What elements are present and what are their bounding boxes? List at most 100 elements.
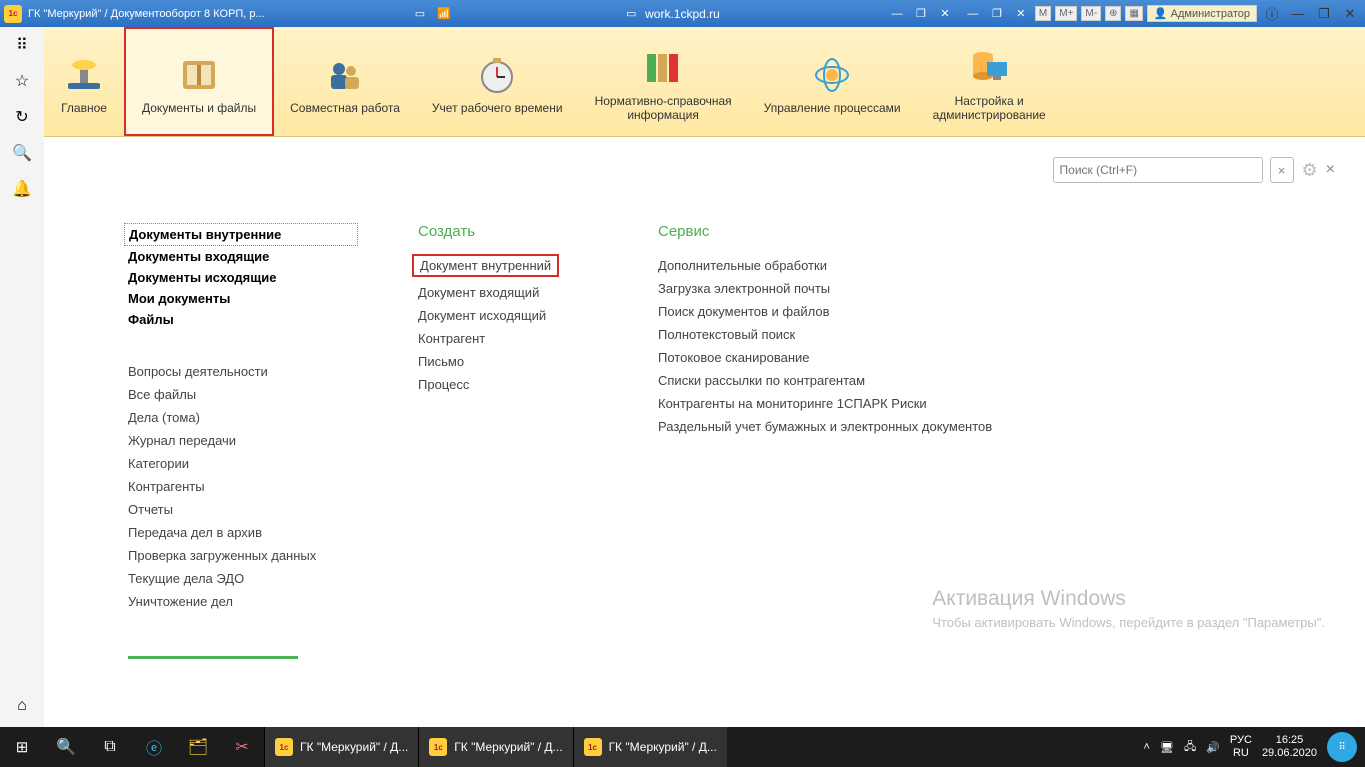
search-input[interactable] (1060, 163, 1256, 177)
nav-label: Управление процессами (764, 101, 901, 115)
tray-volume-icon[interactable]: 🔊 (1206, 741, 1220, 754)
window-restore-icon[interactable]: ❐ (1313, 5, 1335, 23)
nav-docs[interactable]: Документы и файлы (124, 27, 274, 136)
start-button[interactable]: ⊞ (0, 727, 44, 767)
tray-clock[interactable]: 16:25 29.06.2020 (1262, 734, 1317, 760)
m-button[interactable]: M (1035, 6, 1051, 21)
green-underline (128, 656, 298, 659)
svc-addon[interactable]: Дополнительные обработки (658, 254, 1335, 277)
search-rail-icon[interactable]: 🔍 (12, 143, 32, 163)
nav-label: Учет рабочего времени (432, 101, 563, 115)
link-journal[interactable]: Журнал передачи (128, 429, 358, 452)
mminus-button[interactable]: M- (1081, 6, 1101, 21)
taskbar-task-2[interactable]: 1cГК "Меркурий" / Д... (418, 727, 572, 767)
link-reports[interactable]: Отчеты (128, 498, 358, 521)
create-doc-incoming[interactable]: Документ входящий (418, 281, 598, 304)
column-service: Сервис Дополнительные обработки Загрузка… (658, 223, 1335, 613)
nav-label: Главное (61, 101, 107, 115)
window-close-icon[interactable]: ✕ (1339, 5, 1361, 23)
explorer-icon[interactable]: 🗂 (176, 727, 220, 767)
link-archive[interactable]: Передача дел в архив (128, 521, 358, 544)
nav-admin-icon (965, 46, 1013, 90)
svc-email-load[interactable]: Загрузка электронной почты (658, 277, 1335, 300)
admin-badge[interactable]: 👤Администратор (1147, 5, 1257, 22)
close2-icon[interactable]: ✕ (1011, 6, 1031, 22)
window-minimize-icon[interactable]: — (1287, 5, 1309, 23)
section-files[interactable]: Файлы (128, 309, 358, 330)
create-doc-outgoing[interactable]: Документ исходящий (418, 304, 598, 327)
taskbar-task-3[interactable]: 1cГК "Меркурий" / Д... (573, 727, 727, 767)
gear-icon[interactable]: ⚙ (1302, 160, 1318, 181)
taskbar-task-1[interactable]: 1cГК "Меркурий" / Д... (264, 727, 418, 767)
nav-label: Документы и файлы (142, 101, 256, 115)
search-input-container[interactable] (1053, 157, 1263, 183)
link-edo[interactable]: Текущие дела ЭДО (128, 567, 358, 590)
titlebar: 1c ГК "Меркурий" / Документооборот 8 КОР… (0, 0, 1365, 27)
nav-main[interactable]: Главное (44, 27, 124, 136)
home-icon[interactable]: ⌂ (17, 697, 27, 715)
star-icon[interactable]: ☆ (15, 71, 29, 91)
left-rail: ⠿ ☆ ↻ 🔍 🔔 ⌂ (0, 27, 44, 727)
zoom-in-button[interactable]: ⊕ (1105, 6, 1121, 21)
section-my-docs[interactable]: Мои документы (128, 288, 358, 309)
task-logo-icon: 1c (275, 738, 293, 756)
windows-watermark: Активация Windows Чтобы активировать Win… (932, 587, 1325, 630)
create-process[interactable]: Процесс (418, 373, 598, 396)
snip-icon[interactable]: ✂ (220, 727, 264, 767)
calc-button[interactable]: ▦ (1125, 6, 1142, 21)
minimize-icon[interactable]: — (887, 6, 907, 22)
maximize-icon[interactable]: ❐ (911, 6, 931, 22)
create-doc-internal[interactable]: Документ внутренний (412, 254, 559, 277)
nav-collab-icon (321, 53, 369, 97)
link-contragents[interactable]: Контрагенты (128, 475, 358, 498)
link-check[interactable]: Проверка загруженных данных (128, 544, 358, 567)
tray-assist-icon[interactable]: ⠿ (1327, 732, 1357, 762)
link-dela[interactable]: Дела (тома) (128, 406, 358, 429)
tray-network-icon[interactable]: 🖧 (1184, 738, 1196, 757)
link-all-files[interactable]: Все файлы (128, 383, 358, 406)
create-letter[interactable]: Письмо (418, 350, 598, 373)
link-voprosy[interactable]: Вопросы деятельности (128, 360, 358, 383)
section-docs-outgoing[interactable]: Документы исходящие (128, 267, 358, 288)
maximize2-icon[interactable]: ❐ (987, 6, 1007, 22)
tray-lang[interactable]: РУС RU (1230, 734, 1252, 760)
bell-icon[interactable]: 🔔 (12, 179, 32, 199)
taskview-icon[interactable]: ⧉ (88, 727, 132, 767)
link-destroy[interactable]: Уничтожение дел (128, 590, 358, 613)
nav-nsi[interactable]: Нормативно-справочная информация (579, 27, 748, 136)
section-docs-incoming[interactable]: Документы входящие (128, 246, 358, 267)
create-contragent[interactable]: Контрагент (418, 327, 598, 350)
svc-mailing[interactable]: Списки рассылки по контрагентам (658, 369, 1335, 392)
history-icon[interactable]: ↻ (15, 107, 28, 127)
search-taskbar-icon[interactable]: 🔍 (44, 727, 88, 767)
app-title: ГК "Меркурий" / Документооборот 8 КОРП, … (28, 8, 265, 20)
section-docs-internal[interactable]: Документы внутренние (124, 223, 358, 246)
column-create: Создать Документ внутренний Документ вхо… (418, 223, 598, 613)
info-icon[interactable]: ⓘ (1261, 5, 1283, 23)
svc-search-docs[interactable]: Поиск документов и файлов (658, 300, 1335, 323)
mplus-button[interactable]: M+ (1055, 6, 1077, 21)
restore-icon[interactable]: ▭ (410, 6, 430, 22)
nav-collab[interactable]: Совместная работа (274, 27, 416, 136)
tray-connect-icon[interactable]: 🖥 (1160, 741, 1174, 754)
nav-label: Совместная работа (290, 101, 400, 115)
edge-icon[interactable]: ⓔ (132, 727, 176, 767)
svc-spark[interactable]: Контрагенты на мониторинге 1СПАРК Риски (658, 392, 1335, 415)
tray-chevron-icon[interactable]: ˄ (1144, 741, 1150, 753)
minimize2-icon[interactable]: — (963, 6, 983, 22)
user-icon: 👤 (1154, 7, 1168, 20)
svc-fulltext[interactable]: Полнотекстовый поиск (658, 323, 1335, 346)
nav-process[interactable]: Управление процессами (748, 27, 917, 136)
link-categories[interactable]: Категории (128, 452, 358, 475)
clear-search-button[interactable]: × (1270, 157, 1294, 183)
apps-icon[interactable]: ⠿ (16, 35, 28, 55)
close-icon[interactable]: ✕ (935, 6, 955, 22)
close-panel-button[interactable]: × (1326, 161, 1335, 179)
nav-time[interactable]: Учет рабочего времени (416, 27, 579, 136)
nav-admin[interactable]: Настройка и администрирование (917, 27, 1062, 136)
task-logo-icon: 1c (584, 738, 602, 756)
nav-label: Нормативно-справочная информация (595, 94, 732, 122)
signal-icon: 📶 (434, 6, 454, 22)
svc-scan[interactable]: Потоковое сканирование (658, 346, 1335, 369)
svc-paper-elec[interactable]: Раздельный учет бумажных и электронных д… (658, 415, 1335, 438)
